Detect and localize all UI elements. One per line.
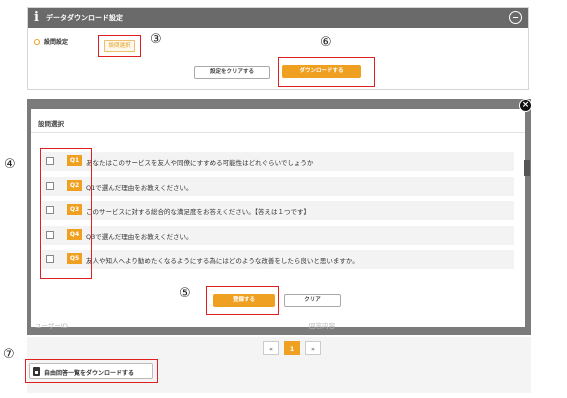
question-highlight-frame — [40, 148, 92, 279]
question-settings-label: 設問設定 — [44, 39, 69, 46]
modal-title: 設問選択 — [38, 120, 64, 128]
panel-title: データダウンロード設定 — [46, 14, 123, 22]
user-id-column-label: ユーザーID — [35, 322, 68, 330]
question-select-label: 設問選択 — [104, 40, 135, 52]
download-button[interactable]: ダウンロードする — [282, 65, 361, 78]
question-row: Q1 あなたはこのサービスを友人や同僚にすすめる可能性はどれぐらいでしょうか — [42, 152, 514, 171]
divider — [31, 132, 525, 133]
free-answer-download-button[interactable]: 自由回答一覧をダウンロードする — [29, 363, 153, 379]
annotation-6: ⑥ — [320, 35, 332, 50]
question-text: Q1で選んだ理由をお教えください。 — [86, 183, 193, 192]
page-1-button[interactable]: 1 — [284, 341, 300, 355]
bullet-icon — [34, 39, 40, 45]
next-page-button[interactable]: » — [305, 341, 321, 355]
question-text: このサービスに対する総合的な満足度をお答えください。【答えは１つです】 — [86, 208, 311, 216]
close-icon[interactable]: × — [519, 99, 532, 112]
download-settings-panel: i データダウンロード設定 設問設定 設問選択 ③ ⑥ 設定をクリアする ダウン… — [27, 7, 529, 90]
question-text: 友人や知人へより勧めたくなるようにする為にはどのような改善をしたら良いと思います… — [86, 257, 359, 265]
question-row: Q3 このサービスに対する総合的な満足度をお答えください。【答えは１つです】 — [42, 201, 514, 220]
question-select-button[interactable]: 設問選択 — [98, 35, 141, 57]
answer-column-label: 回答内容 — [309, 322, 335, 330]
annotation-7: ⑦ — [3, 347, 15, 362]
question-text: あなたはこのサービスを友人や同僚にすすめる可能性はどれぐらいでしょうか — [86, 159, 314, 167]
annotation-5: ⑤ — [179, 286, 191, 301]
info-icon: i — [34, 10, 39, 25]
register-button[interactable]: 登録する — [213, 294, 275, 307]
modal-scrollbar[interactable] — [524, 160, 530, 176]
panel-header: i データダウンロード設定 — [28, 8, 528, 28]
free-answer-download-label: 自由回答一覧をダウンロードする — [44, 370, 135, 377]
prev-page-button[interactable]: « — [263, 341, 279, 355]
modal-clear-button[interactable]: クリア — [284, 294, 341, 307]
question-row: Q5 友人や知人へより勧めたくなるようにする為にはどのような改善をしたら良いと思… — [42, 250, 514, 269]
page: i データダウンロード設定 設問設定 設問選択 ③ ⑥ 設定をクリアする ダウン… — [0, 0, 567, 398]
question-list: Q1 あなたはこのサービスを友人や同僚にすすめる可能性はどれぐらいでしょうか Q… — [42, 152, 514, 275]
clear-settings-button[interactable]: 設定をクリアする — [194, 66, 270, 79]
annotation-3: ③ — [150, 32, 162, 47]
collapse-icon[interactable] — [509, 11, 522, 24]
annotation-4: ④ — [4, 157, 16, 172]
question-text: Q3で選んだ理由をお教えください。 — [86, 232, 193, 241]
document-icon — [33, 367, 40, 376]
question-row: Q2 Q1で選んだ理由をお教えください。 — [42, 176, 514, 196]
question-row: Q4 Q3で選んだ理由をお教えください。 — [42, 225, 514, 245]
